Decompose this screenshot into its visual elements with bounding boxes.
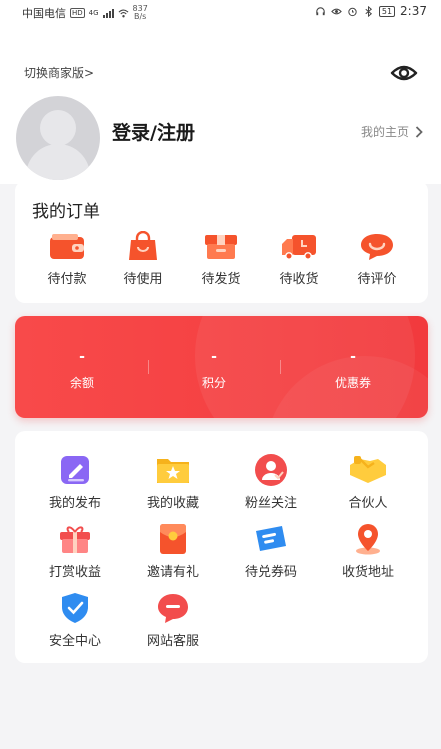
network-speed-unit: B/s (134, 12, 147, 21)
order-pending-payment-label: 待付款 (47, 272, 87, 287)
balance-value: - (79, 349, 85, 365)
status-bar: 中国电信 HD 4G 837 B/s 51 2:37 (0, 0, 441, 24)
my-orders-card: 我的订单 待付款 待使用 待发货 待收货 待评价 (15, 181, 428, 303)
service-partner-label: 合伙人 (348, 496, 388, 511)
service-shipping-address-label: 收货地址 (341, 565, 394, 580)
order-pending-payment[interactable]: 待付款 (32, 231, 102, 287)
chevron-right-icon (415, 125, 423, 138)
order-to-receive[interactable]: 待收货 (264, 231, 334, 287)
order-to-receive-label: 待收货 (279, 272, 319, 287)
shield-icon (62, 593, 88, 623)
location-pin-icon (356, 524, 380, 555)
ticket-icon (256, 526, 286, 551)
service-invite-rewards-label: 邀请有礼 (146, 565, 199, 580)
service-tip-earnings[interactable]: 打赏收益 (30, 522, 120, 580)
switch-merchant-link[interactable]: 切换商家版> (24, 64, 94, 81)
points-value: - (211, 349, 217, 365)
order-to-ship-label: 待发货 (201, 272, 241, 287)
headset-icon (316, 6, 325, 15)
service-pending-voucher-label: 待兑券码 (244, 565, 297, 580)
services-card: 我的发布 我的收藏 粉丝关注 合伙人 打赏收益 邀请有礼 待兑券码 收货地址 安… (15, 431, 428, 663)
service-customer-support[interactable]: 网站客服 (128, 591, 218, 649)
coupons-value: - (350, 349, 356, 365)
battery-icon: 51 (378, 5, 396, 17)
clock: 2:37 (400, 4, 427, 18)
my-homepage-label: 我的主页 (360, 125, 409, 139)
login-register-link[interactable]: 登录/注册 (112, 118, 195, 145)
alarm-icon (348, 7, 357, 16)
shopping-bag-icon (129, 231, 157, 260)
handshake-icon (350, 456, 386, 483)
order-to-use-label: 待使用 (123, 272, 163, 287)
edit-icon (61, 456, 89, 484)
visibility-toggle-button[interactable] (388, 60, 420, 86)
signal-icon (102, 8, 114, 18)
customer-service-icon (158, 594, 188, 623)
hd-indicator: HD (70, 8, 85, 18)
order-to-use[interactable]: 待使用 (108, 231, 178, 287)
envelope-icon (160, 524, 186, 554)
eye-status-icon (331, 8, 342, 14)
order-to-ship[interactable]: 待发货 (186, 231, 256, 287)
box-icon (205, 235, 237, 259)
service-my-favorites-label: 我的收藏 (146, 496, 199, 511)
chat-bubble-icon (361, 234, 393, 260)
coupons-stat[interactable]: - 优惠券 (288, 350, 418, 391)
my-orders-title: 我的订单 (32, 202, 100, 222)
order-to-review-label: 待评价 (357, 272, 397, 287)
star-folder-icon (157, 459, 189, 483)
stats-divider (280, 360, 281, 374)
service-tip-earnings-label: 打赏收益 (48, 565, 101, 580)
service-partner[interactable]: 合伙人 (323, 453, 413, 511)
service-fans-follows[interactable]: 粉丝关注 (226, 453, 316, 511)
service-my-posts-label: 我的发布 (48, 496, 101, 511)
points-label: 积分 (201, 376, 226, 390)
balance-stat[interactable]: - 余额 (17, 350, 147, 391)
avatar[interactable] (16, 96, 100, 180)
service-invite-rewards[interactable]: 邀请有礼 (128, 522, 218, 580)
eye-icon (390, 65, 418, 81)
account-stats-card: - 余额 - 积分 - 优惠券 (15, 316, 428, 418)
wifi-icon (118, 9, 128, 17)
carrier-label: 中国电信 (22, 7, 66, 20)
coupons-label: 优惠券 (334, 376, 371, 390)
service-fans-follows-label: 粉丝关注 (244, 496, 297, 511)
service-pending-voucher[interactable]: 待兑券码 (226, 522, 316, 580)
balance-label: 余额 (69, 376, 94, 390)
service-shipping-address[interactable]: 收货地址 (323, 522, 413, 580)
bluetooth-icon (365, 5, 372, 17)
service-my-favorites[interactable]: 我的收藏 (128, 453, 218, 511)
wallet-icon (50, 234, 84, 259)
service-my-posts[interactable]: 我的发布 (30, 453, 120, 511)
order-to-review[interactable]: 待评价 (342, 231, 412, 287)
fans-icon (255, 454, 287, 486)
truck-icon (282, 235, 316, 260)
network-speed: 837 B/s (133, 5, 148, 21)
my-homepage-link[interactable]: 我的主页 (361, 123, 423, 140)
service-security-center[interactable]: 安全中心 (30, 591, 120, 649)
profile-header: 切换商家版> 登录/注册 我的主页 (0, 24, 441, 184)
gift-icon (60, 526, 90, 553)
network-type: 4G (88, 9, 99, 17)
service-security-center-label: 安全中心 (48, 634, 101, 649)
service-customer-support-label: 网站客服 (146, 634, 199, 649)
points-stat[interactable]: - 积分 (149, 350, 279, 391)
